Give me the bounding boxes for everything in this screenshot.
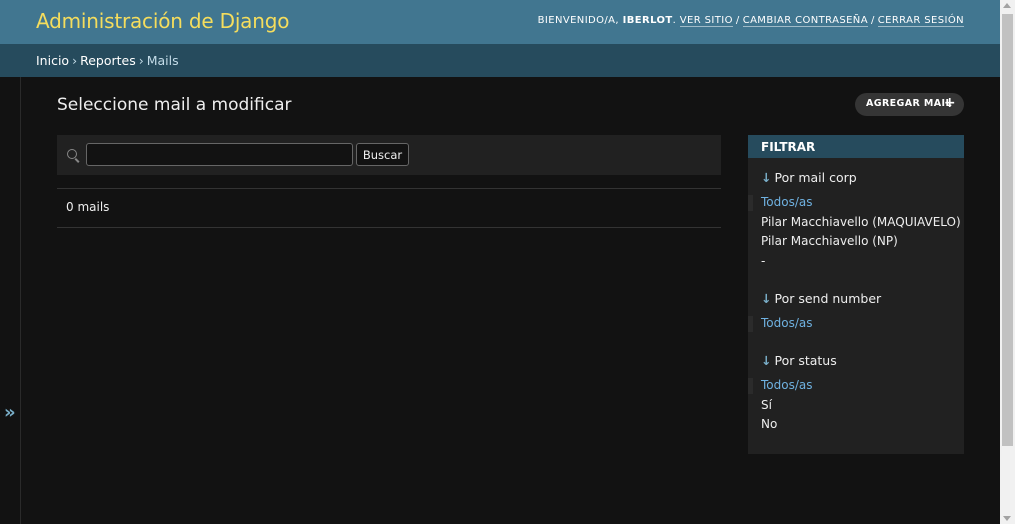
welcome-text: Bienvenido/a, bbox=[537, 15, 619, 26]
user-tools: Bienvenido/a, iberlot. Ver sitio / Cambiar… bbox=[537, 15, 964, 27]
filter-option[interactable]: Todos/as bbox=[748, 376, 964, 396]
filter-group-title: ↓ Por status bbox=[761, 353, 837, 368]
plus-icon: + bbox=[943, 95, 956, 111]
nav-sidebar-toggle-icon[interactable]: » bbox=[4, 404, 16, 422]
nav-sidebar-collapsed: » bbox=[0, 77, 21, 524]
breadcrumb-home-link[interactable]: Inicio bbox=[36, 53, 69, 68]
breadcrumb-app-link[interactable]: Reportes bbox=[80, 53, 136, 68]
filter-group-title: ↓ Por mail corp bbox=[761, 170, 857, 185]
breadcrumb-current: Mails bbox=[146, 53, 179, 68]
scrollbar-thumb[interactable] bbox=[1002, 14, 1013, 446]
add-mail-button[interactable]: Agregar mail + bbox=[855, 93, 964, 116]
filter-option[interactable]: - bbox=[748, 252, 964, 272]
page-title: Seleccione mail a modificar bbox=[57, 95, 292, 115]
filter-group-title: ↓ Por send number bbox=[761, 291, 882, 306]
filter-option[interactable]: Pilar Macchiavello (MAQUIAVELO) bbox=[748, 213, 964, 233]
change-password-link[interactable]: Cambiar contraseña bbox=[742, 15, 868, 27]
arrow-down-icon: ↓ bbox=[761, 291, 772, 306]
result-count: 0 mails bbox=[57, 188, 721, 228]
filter-group-status: ↓ Por status Todos/as Sí No bbox=[748, 353, 964, 435]
site-brand-link[interactable]: Administración de Django bbox=[36, 9, 289, 33]
search-button[interactable]: Buscar bbox=[356, 143, 409, 166]
breadcrumb: Inicio › Reportes › Mails bbox=[0, 44, 1000, 77]
changelist-filter: Filtrar ↓ Por mail corp Todos/as Pilar Ma… bbox=[748, 135, 964, 454]
filter-option[interactable]: Pilar Macchiavello (NP) bbox=[748, 232, 964, 252]
search-toolbar: Buscar bbox=[57, 135, 721, 175]
logout-link[interactable]: Cerrar sesión bbox=[877, 15, 964, 27]
filter-title: Filtrar bbox=[748, 135, 964, 158]
filter-option[interactable]: Sí bbox=[748, 396, 964, 416]
arrow-down-icon: ↓ bbox=[761, 170, 772, 185]
add-mail-label: Agregar mail bbox=[866, 98, 952, 109]
arrow-down-icon: ↓ bbox=[761, 353, 772, 368]
scroll-down-icon[interactable] bbox=[1003, 516, 1011, 521]
username: iberlot bbox=[622, 15, 673, 26]
view-site-link[interactable]: Ver sitio bbox=[679, 15, 733, 27]
search-icon bbox=[67, 149, 77, 159]
filter-option[interactable]: Todos/as bbox=[748, 314, 964, 334]
filter-group-mail-corp: ↓ Por mail corp Todos/as Pilar Macchiavel… bbox=[748, 170, 964, 271]
filter-group-send-number: ↓ Por send number Todos/as bbox=[748, 291, 964, 334]
filter-option[interactable]: Todos/as bbox=[748, 193, 964, 213]
vertical-scrollbar[interactable] bbox=[1000, 0, 1015, 524]
site-header: Administración de Django Bienvenido/a, i… bbox=[0, 0, 1000, 44]
search-input[interactable] bbox=[86, 143, 353, 166]
scroll-up-icon[interactable] bbox=[1003, 3, 1011, 8]
filter-option[interactable]: No bbox=[748, 415, 964, 435]
